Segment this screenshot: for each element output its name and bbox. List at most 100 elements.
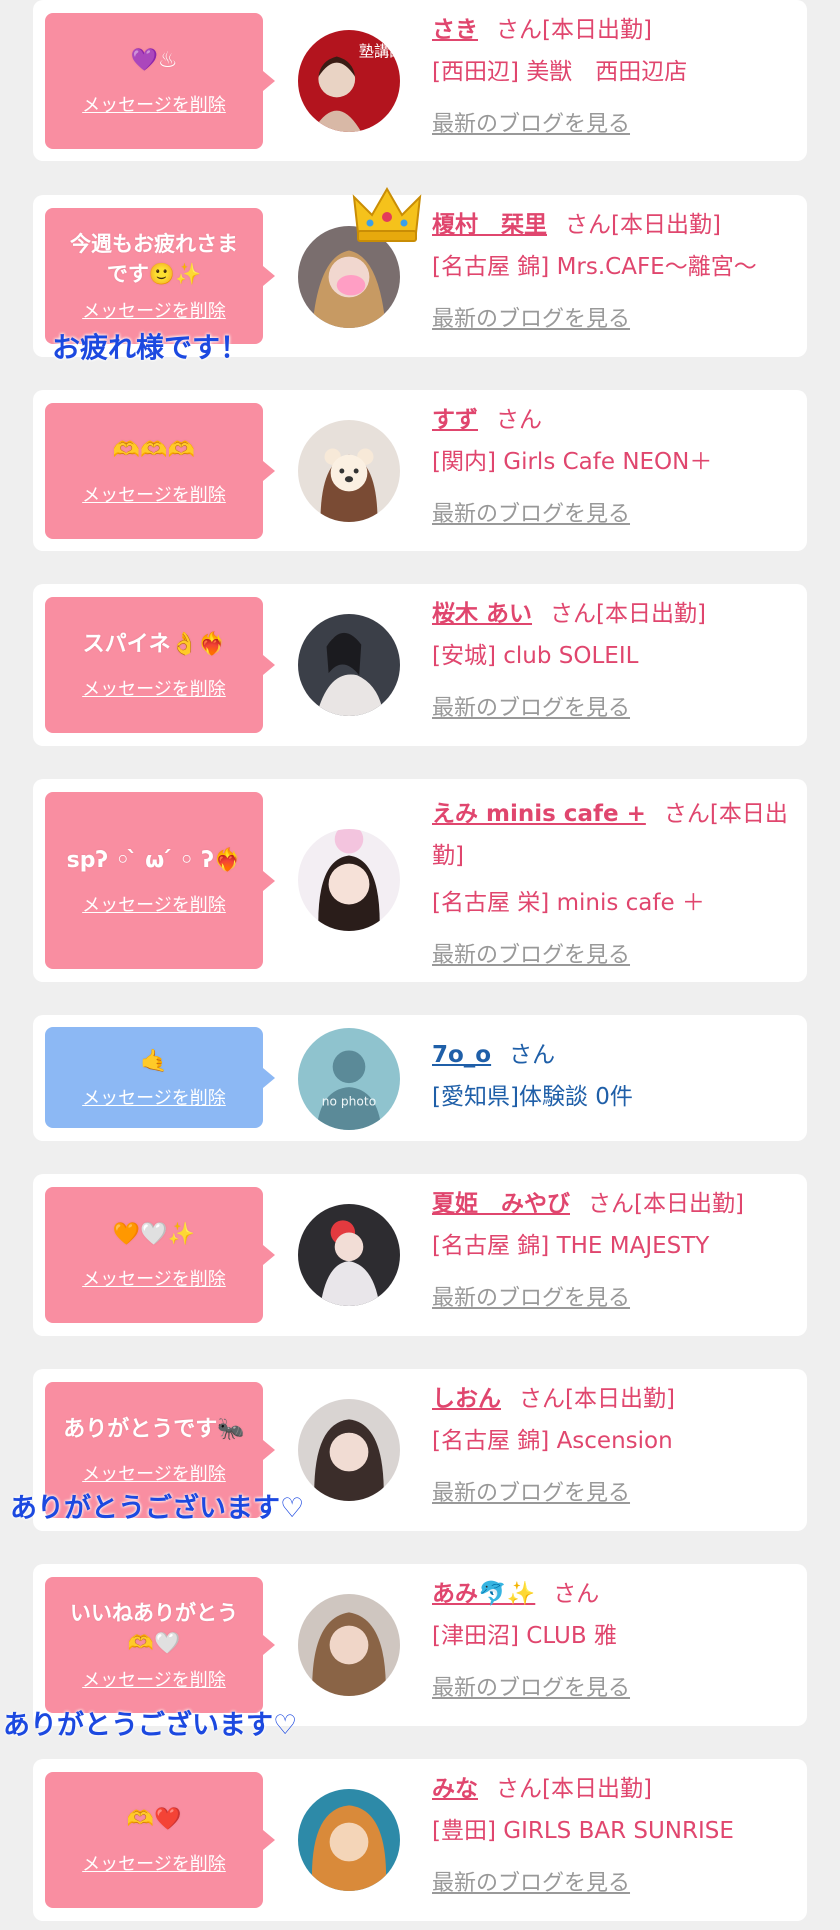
message-card: 🫶🫶🫶 メッセージを削除 すず さん [関内] Girls Cafe NEON＋ …: [33, 390, 807, 551]
message-text: 🤙: [140, 1048, 168, 1074]
message-bubble: 🫶❤️ メッセージを削除: [45, 1772, 275, 1908]
no-photo-silhouette-icon: no photo: [298, 1028, 400, 1130]
name-line: さき さん[本日出勤]: [432, 14, 791, 46]
message-text: 💜♨: [130, 48, 178, 73]
blog-link[interactable]: 最新のブログを見る: [432, 1670, 630, 1702]
delete-message-link[interactable]: メッセージを削除: [82, 481, 226, 507]
profile-photo-icon: [298, 829, 400, 931]
user-name-link[interactable]: しおん: [432, 1386, 501, 1412]
blog-link[interactable]: 最新のブログを見る: [432, 1475, 630, 1507]
shop-label: [名古屋 錦] THE MAJESTY: [432, 1233, 710, 1259]
overlay-caption: ありがとうございます♡: [3, 1710, 298, 1741]
message-bubble: スパイネ👌❤️‍🔥 メッセージを削除: [45, 597, 275, 733]
blog-link[interactable]: 最新のブログを見る: [432, 1280, 630, 1312]
name-suffix: さん[本日出勤]: [565, 212, 721, 238]
name-suffix: さん: [496, 407, 542, 433]
shop-label: [豊田] GIRLS BAR SUNRISE: [432, 1818, 734, 1844]
delete-message-link[interactable]: メッセージを削除: [82, 1666, 226, 1692]
name-suffix: さん[本日出勤]: [496, 1776, 652, 1802]
user-name-link[interactable]: さき: [432, 17, 478, 43]
user-name-link[interactable]: 7o_o: [432, 1042, 491, 1068]
delete-message-link[interactable]: メッセージを削除: [82, 297, 226, 323]
crown-icon: [352, 186, 422, 242]
message-card: スパイネ👌❤️‍🔥 メッセージを削除 桜木 あい さん[本日出勤] [安城] cl…: [33, 584, 807, 746]
shop-label: [名古屋 栄] minis cafe ＋: [432, 890, 705, 916]
shop-label: [西田辺] 美獣 西田辺店: [432, 59, 688, 85]
avatar-text: no photo: [322, 1095, 376, 1109]
name-line: すず さん: [432, 404, 791, 436]
blog-link[interactable]: 最新のブログを見る: [432, 496, 630, 528]
blog-link[interactable]: 最新のブログを見る: [432, 1865, 630, 1897]
delete-message-link[interactable]: メッセージを削除: [82, 91, 226, 117]
shop-label: [名古屋 錦] Ascension: [432, 1428, 673, 1454]
shop-label: [名古屋 錦] Mrs.CAFE～離宮～: [432, 254, 757, 280]
user-info: みな さん[本日出勤] [豊田] GIRLS BAR SUNRISE 最新のブログ…: [432, 1773, 791, 1897]
name-suffix: さん[本日出勤]: [496, 17, 652, 43]
user-name-link[interactable]: 桜木 あい: [432, 601, 532, 627]
name-suffix: さん[本日出勤]: [519, 1386, 675, 1412]
user-info: 榎村 栞里 さん[本日出勤] [名古屋 錦] Mrs.CAFE～離宮～ 最新のブロ…: [432, 209, 791, 333]
name-line: 夏姫 みやび さん[本日出勤]: [432, 1188, 791, 1220]
avatar[interactable]: [298, 1594, 400, 1696]
avatar[interactable]: [298, 1789, 400, 1891]
delete-message-link[interactable]: メッセージを削除: [82, 1084, 226, 1110]
user-info: 桜木 あい さん[本日出勤] [安城] club SOLEIL 最新のブログを見る: [432, 598, 791, 722]
avatar[interactable]: [298, 1399, 400, 1501]
name-line: 榎村 栞里 さん[本日出勤]: [432, 209, 791, 241]
profile-photo-icon: [298, 1594, 400, 1696]
user-info: あみ🐬✨ さん [津田沼] CLUB 雅 最新のブログを見る: [432, 1578, 791, 1702]
avatar[interactable]: [298, 420, 400, 522]
message-card: 💜♨ メッセージを削除 塾講師 さき さん[本日出勤] [西田辺] 美獣 西田辺店…: [33, 0, 807, 161]
blog-link[interactable]: 最新のブログを見る: [432, 690, 630, 722]
shop-label: [安城] club SOLEIL: [432, 643, 639, 669]
avatar[interactable]: [298, 614, 400, 716]
name-line: 7o_o さん: [432, 1039, 791, 1071]
overlay-caption: お疲れ様です！: [52, 331, 249, 364]
name-suffix: さん[本日出勤]: [550, 601, 706, 627]
message-bubble: 🫶🫶🫶 メッセージを削除: [45, 403, 275, 539]
blog-link[interactable]: 最新のブログを見る: [432, 106, 630, 138]
message-text: スパイネ👌❤️‍🔥: [82, 632, 226, 657]
avatar[interactable]: 塾講師: [298, 30, 400, 132]
profile-photo-icon: 塾講師: [298, 30, 400, 132]
user-info: えみ minis cafe + さん[本日出勤] [名古屋 栄] minis ca…: [432, 793, 791, 969]
avatar[interactable]: [298, 829, 400, 931]
user-name-link[interactable]: 夏姫 みやび: [432, 1191, 570, 1217]
shop-label: [愛知県]体験談 0件: [432, 1084, 633, 1110]
message-text: いいねありがとう 🫶🤍: [70, 1601, 238, 1655]
name-line: みな さん[本日出勤]: [432, 1773, 791, 1805]
name-suffix: さん[本日出勤]: [588, 1191, 744, 1217]
shop-label: [関内] Girls Cafe NEON＋: [432, 449, 713, 475]
delete-message-link[interactable]: メッセージを削除: [82, 891, 226, 917]
blog-link[interactable]: 最新のブログを見る: [432, 937, 630, 969]
message-text: 今週もお疲れさま です🙂✨: [70, 232, 238, 286]
user-name-link[interactable]: あみ🐬✨: [432, 1581, 535, 1607]
user-info: さき さん[本日出勤] [西田辺] 美獣 西田辺店 最新のブログを見る: [432, 14, 791, 138]
avatar-text: 塾講師: [359, 43, 400, 61]
message-card: 🫶❤️ メッセージを削除 みな さん[本日出勤] [豊田] GIRLS BAR S…: [33, 1759, 807, 1921]
name-line: しおん さん[本日出勤]: [432, 1383, 791, 1415]
user-name-link[interactable]: えみ minis cafe +: [432, 801, 646, 827]
avatar[interactable]: no photo: [298, 1028, 400, 1130]
message-text: 🧡🤍✨: [112, 1222, 196, 1247]
user-info: 7o_o さん [愛知県]体験談 0件: [432, 1039, 791, 1113]
name-suffix: さん: [553, 1581, 600, 1607]
user-name-link[interactable]: すず: [432, 407, 478, 433]
shop-label: [津田沼] CLUB 雅: [432, 1623, 617, 1649]
profile-photo-icon: [298, 1204, 400, 1306]
message-card: 🤙 メッセージを削除 no photo 7o_o さん [愛知県]体験談 0件: [33, 1015, 807, 1141]
avatar[interactable]: [298, 1204, 400, 1306]
delete-message-link[interactable]: メッセージを削除: [82, 1265, 226, 1291]
user-name-link[interactable]: みな: [432, 1776, 478, 1802]
blog-link[interactable]: 最新のブログを見る: [432, 301, 630, 333]
delete-message-link[interactable]: メッセージを削除: [82, 1850, 226, 1876]
profile-photo-icon: [298, 614, 400, 716]
message-bubble: 🧡🤍✨ メッセージを削除: [45, 1187, 275, 1323]
user-info: 夏姫 みやび さん[本日出勤] [名古屋 錦] THE MAJESTY 最新のブロ…: [432, 1188, 791, 1312]
message-card: spʔ ◦ ̀ ω ́ ◦ ʔ❤️‍🔥 メッセージを削除 えみ minis ca…: [33, 779, 807, 982]
delete-message-link[interactable]: メッセージを削除: [82, 675, 226, 701]
message-bubble: 🤙 メッセージを削除: [45, 1027, 275, 1128]
delete-message-link[interactable]: メッセージを削除: [82, 1460, 226, 1486]
user-info: しおん さん[本日出勤] [名古屋 錦] Ascension 最新のブログを見る: [432, 1383, 791, 1507]
user-name-link[interactable]: 榎村 栞里: [432, 212, 547, 238]
